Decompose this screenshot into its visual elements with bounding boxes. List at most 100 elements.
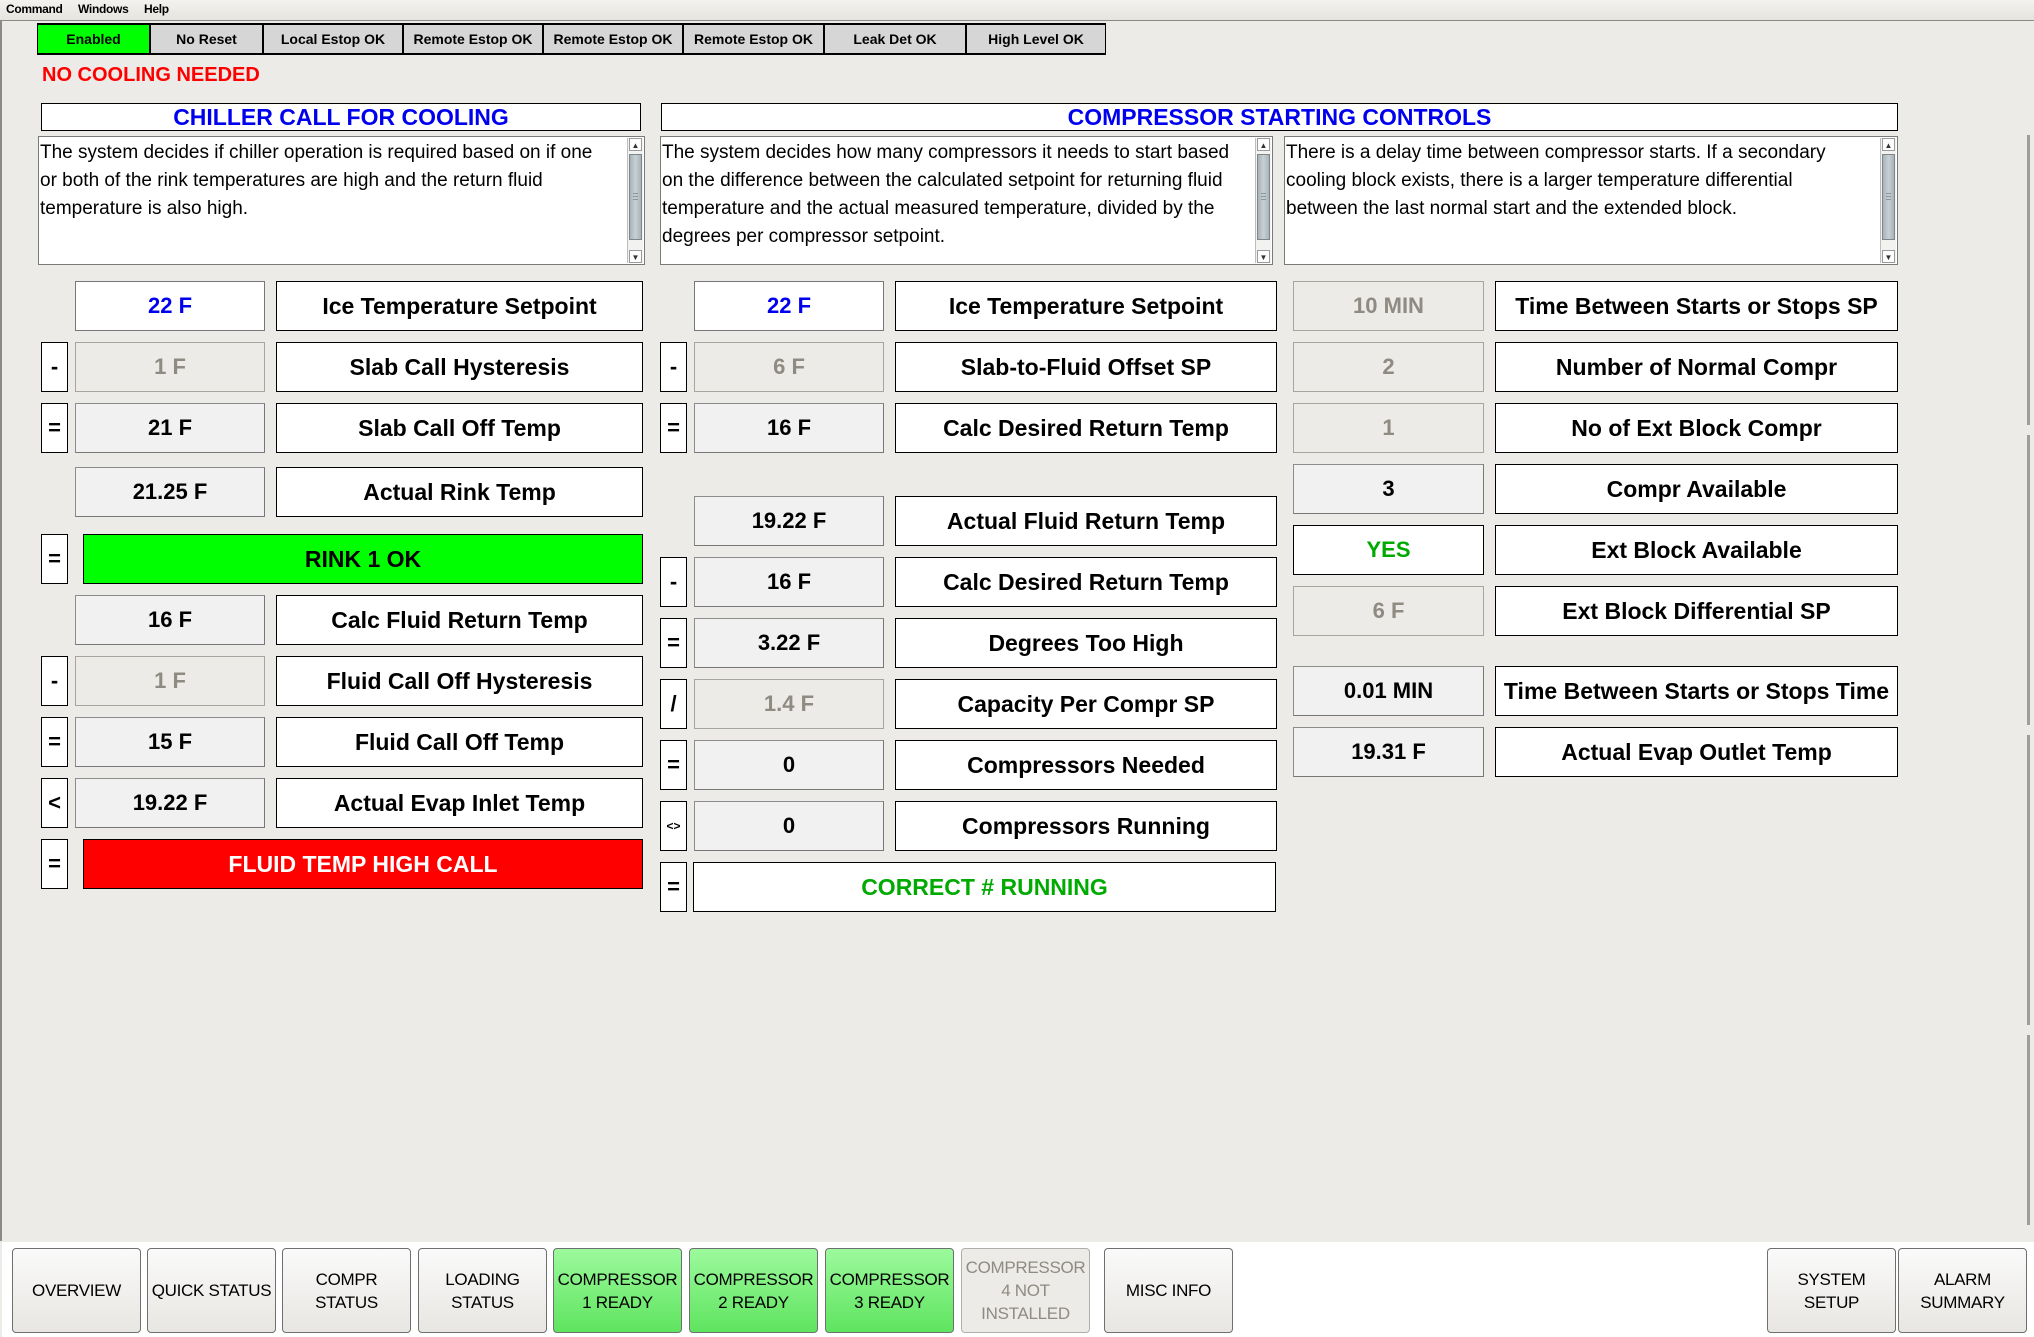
- nav-compressor-2-ready-button[interactable]: COMPRESSOR 2 READY: [689, 1248, 818, 1333]
- actual-evap-inlet-temp-value: 19.22 F: [75, 778, 265, 828]
- window-edge: [2027, 135, 2030, 1225]
- compressors-running-value: 0: [694, 801, 884, 851]
- slab-call-hysteresis-value[interactable]: 1 F: [75, 342, 265, 392]
- menu-command[interactable]: Command: [6, 2, 63, 16]
- scroll-down-icon[interactable]: ▼: [629, 250, 642, 263]
- nav-alarm-summary-button[interactable]: ALARM SUMMARY: [1898, 1248, 2027, 1333]
- slab-to-fluid-offset-sp-label: Slab-to-Fluid Offset SP: [895, 342, 1277, 392]
- scroll-up-icon[interactable]: ▲: [629, 138, 642, 151]
- cooling-status-text: NO COOLING NEEDED: [42, 64, 260, 86]
- status-remote-estop-ok: Remote Estop OK: [683, 23, 824, 55]
- nav-compressor-4-not-installed-button: COMPRESSOR 4 NOT INSTALLED: [961, 1248, 1090, 1333]
- operator-equals: =: [660, 740, 687, 790]
- compr-available-value: 3: [1293, 464, 1484, 514]
- chiller-description-scrollbar[interactable]: ▲ ▼: [627, 138, 643, 263]
- compressors-running-label: Compressors Running: [895, 801, 1277, 851]
- actual-rink-temp-label: Actual Rink Temp: [276, 467, 643, 517]
- scroll-up-icon[interactable]: ▲: [1257, 138, 1270, 151]
- compressor-description-scrollbar[interactable]: ▲ ▼: [1255, 138, 1271, 263]
- operator-minus: -: [41, 342, 68, 392]
- operator-not-equal: <>: [660, 801, 687, 851]
- nav-compr-status-button[interactable]: COMPR STATUS: [282, 1248, 411, 1333]
- ice-temperature-setpoint-label: Ice Temperature Setpoint: [276, 281, 643, 331]
- nav-quick-status-button[interactable]: QUICK STATUS: [147, 1248, 276, 1333]
- nav-loading-status-button[interactable]: LOADING STATUS: [418, 1248, 547, 1333]
- time-between-starts-or-stops-sp-label: Time Between Starts or Stops SP: [1495, 281, 1898, 331]
- actual-evap-outlet-temp-label: Actual Evap Outlet Temp: [1495, 727, 1898, 777]
- scroll-down-icon[interactable]: ▼: [1257, 250, 1270, 263]
- fluid-call-off-hysteresis-label: Fluid Call Off Hysteresis: [276, 656, 643, 706]
- nav-compressor-1-ready-button[interactable]: COMPRESSOR 1 READY: [553, 1248, 682, 1333]
- ext-block-differential-sp-value[interactable]: 6 F: [1293, 586, 1484, 636]
- chiller-description[interactable]: The system decides if chiller operation …: [38, 136, 645, 265]
- calc-desired-return-temp-label: Calc Desired Return Temp: [895, 557, 1277, 607]
- nav-system-setup-button[interactable]: SYSTEM SETUP: [1767, 1248, 1896, 1333]
- ice-temperature-setpoint-value[interactable]: 22 F: [75, 281, 265, 331]
- operator-minus: -: [41, 656, 68, 706]
- compressor-description[interactable]: The system decides how many compressors …: [660, 136, 1273, 265]
- compressor-description-text: The system decides how many compressors …: [662, 142, 1230, 247]
- scroll-thumb[interactable]: [629, 154, 642, 240]
- nav-overview-button[interactable]: OVERVIEW: [12, 1248, 141, 1333]
- operator-divide: /: [660, 679, 687, 729]
- time-between-starts-or-stops-time-label: Time Between Starts or Stops Time: [1495, 666, 1898, 716]
- calc-desired-return-temp-value: 16 F: [694, 557, 884, 607]
- actual-fluid-return-temp-value: 19.22 F: [694, 496, 884, 546]
- nav-compressor-3-ready-button[interactable]: COMPRESSOR 3 READY: [825, 1248, 954, 1333]
- operator-equals: =: [41, 534, 68, 584]
- scroll-thumb[interactable]: [1257, 154, 1270, 240]
- calc-fluid-return-temp-value: 16 F: [75, 595, 265, 645]
- delay-description-scrollbar[interactable]: ▲ ▼: [1880, 138, 1896, 263]
- status-remote-estop-ok: Remote Estop OK: [403, 23, 543, 55]
- slab-call-off-temp-value: 21 F: [75, 403, 265, 453]
- operator-equals: =: [660, 403, 687, 453]
- fluid-call-banner: FLUID TEMP HIGH CALL: [83, 839, 643, 889]
- menu-windows[interactable]: Windows: [78, 2, 129, 16]
- ext-block-available-label: Ext Block Available: [1495, 525, 1898, 575]
- compressors-needed-label: Compressors Needed: [895, 740, 1277, 790]
- actual-evap-outlet-temp-value: 19.31 F: [1293, 727, 1484, 777]
- scroll-up-icon[interactable]: ▲: [1882, 138, 1895, 151]
- menu-help[interactable]: Help: [144, 2, 169, 16]
- number-of-normal-compr-label: Number of Normal Compr: [1495, 342, 1898, 392]
- fluid-call-off-temp-value: 15 F: [75, 717, 265, 767]
- ext-block-differential-sp-label: Ext Block Differential SP: [1495, 586, 1898, 636]
- scroll-down-icon[interactable]: ▼: [1882, 250, 1895, 263]
- delay-description[interactable]: There is a delay time between compressor…: [1284, 136, 1898, 265]
- scroll-thumb[interactable]: [1882, 154, 1895, 240]
- operator-equals: =: [660, 862, 687, 912]
- capacity-per-compr-sp-value[interactable]: 1.4 F: [694, 679, 884, 729]
- time-between-starts-or-stops-time-value: 0.01 MIN: [1293, 666, 1484, 716]
- fluid-call-off-hysteresis-value[interactable]: 1 F: [75, 656, 265, 706]
- compressors-needed-value: 0: [694, 740, 884, 790]
- status-high-level-ok: High Level OK: [966, 23, 1106, 55]
- delay-description-text: There is a delay time between compressor…: [1286, 142, 1826, 219]
- chiller-section-title: CHILLER CALL FOR COOLING: [41, 103, 641, 131]
- status-leak-det-ok: Leak Det OK: [824, 23, 966, 55]
- slab-call-off-temp-label: Slab Call Off Temp: [276, 403, 643, 453]
- status-remote-estop-ok: Remote Estop OK: [543, 23, 683, 55]
- status-enabled: Enabled: [37, 23, 150, 55]
- operator-equals: =: [41, 839, 68, 889]
- window-frame: [0, 21, 2, 1241]
- rink-status-banner: RINK 1 OK: [83, 534, 643, 584]
- slab-call-hysteresis-label: Slab Call Hysteresis: [276, 342, 643, 392]
- ice-temperature-setpoint-label: Ice Temperature Setpoint: [895, 281, 1277, 331]
- nav-misc-info-button[interactable]: MISC INFO: [1104, 1248, 1233, 1333]
- number-of-normal-compr-value[interactable]: 2: [1293, 342, 1484, 392]
- ice-temperature-setpoint-value[interactable]: 22 F: [694, 281, 884, 331]
- menu-bar: Command Windows Help: [0, 0, 2034, 21]
- chiller-description-text: The system decides if chiller operation …: [40, 142, 593, 219]
- calc-desired-return-temp-label: Calc Desired Return Temp: [895, 403, 1277, 453]
- no-of-ext-block-compr-value[interactable]: 1: [1293, 403, 1484, 453]
- degrees-too-high-value: 3.22 F: [694, 618, 884, 668]
- slab-to-fluid-offset-sp-value[interactable]: 6 F: [694, 342, 884, 392]
- fluid-call-off-temp-label: Fluid Call Off Temp: [276, 717, 643, 767]
- time-between-starts-or-stops-sp-value[interactable]: 10 MIN: [1293, 281, 1484, 331]
- compr-available-label: Compr Available: [1495, 464, 1898, 514]
- ext-block-available-value: YES: [1293, 525, 1484, 575]
- status-local-estop-ok: Local Estop OK: [263, 23, 403, 55]
- actual-evap-inlet-temp-label: Actual Evap Inlet Temp: [276, 778, 643, 828]
- calc-desired-return-temp-value: 16 F: [694, 403, 884, 453]
- operator-equals: =: [660, 618, 687, 668]
